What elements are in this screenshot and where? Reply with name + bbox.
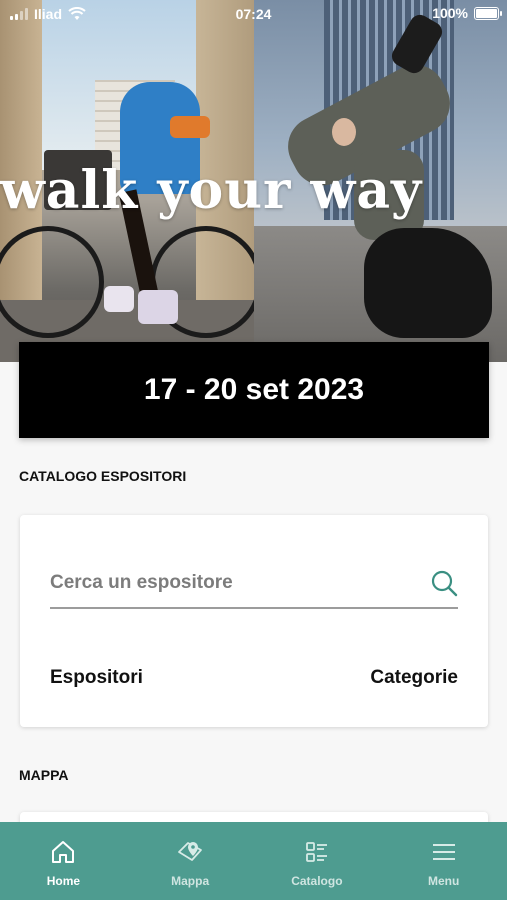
clock: 07:24 bbox=[235, 6, 272, 22]
event-dates-banner: 17 - 20 set 2023 bbox=[19, 342, 489, 438]
exhibitors-link[interactable]: Espositori bbox=[50, 667, 143, 689]
nav-catalog[interactable]: Catalogo bbox=[254, 822, 381, 900]
nav-catalog-label: Catalogo bbox=[291, 874, 343, 888]
status-bar: Iliad 07:24 100% bbox=[0, 0, 507, 28]
nav-menu-label: Menu bbox=[427, 874, 460, 888]
categories-link[interactable]: Categorie bbox=[370, 667, 458, 689]
nav-map[interactable]: Mappa bbox=[127, 822, 254, 900]
battery-percentage: 100% bbox=[432, 5, 468, 21]
nav-home-label: Home bbox=[46, 874, 81, 888]
nav-home[interactable]: Home bbox=[0, 822, 127, 900]
hero-tagline: walk your way bbox=[0, 160, 423, 221]
catalog-icon bbox=[305, 842, 327, 862]
nav-menu[interactable]: Menu bbox=[380, 822, 507, 900]
search-icon[interactable] bbox=[430, 569, 458, 597]
nav-map-label: Mappa bbox=[171, 874, 210, 888]
menu-icon bbox=[432, 844, 455, 860]
battery-icon bbox=[474, 6, 502, 20]
map-icon bbox=[178, 842, 203, 861]
search-placeholder[interactable]: Cerca un espositore bbox=[50, 572, 233, 594]
map-section-title: MAPPA bbox=[19, 767, 69, 783]
catalog-section-title: CATALOGO ESPOSITORI bbox=[19, 468, 187, 484]
catalog-card: Cerca un espositore Espositori Categorie bbox=[20, 515, 488, 727]
bottom-navigation: Home Mappa Catalogo Menu bbox=[0, 822, 507, 900]
home-icon bbox=[52, 841, 75, 863]
exhibitor-search-field[interactable]: Cerca un espositore bbox=[50, 559, 458, 609]
hero-banner-image: walk your way bbox=[0, 0, 507, 362]
